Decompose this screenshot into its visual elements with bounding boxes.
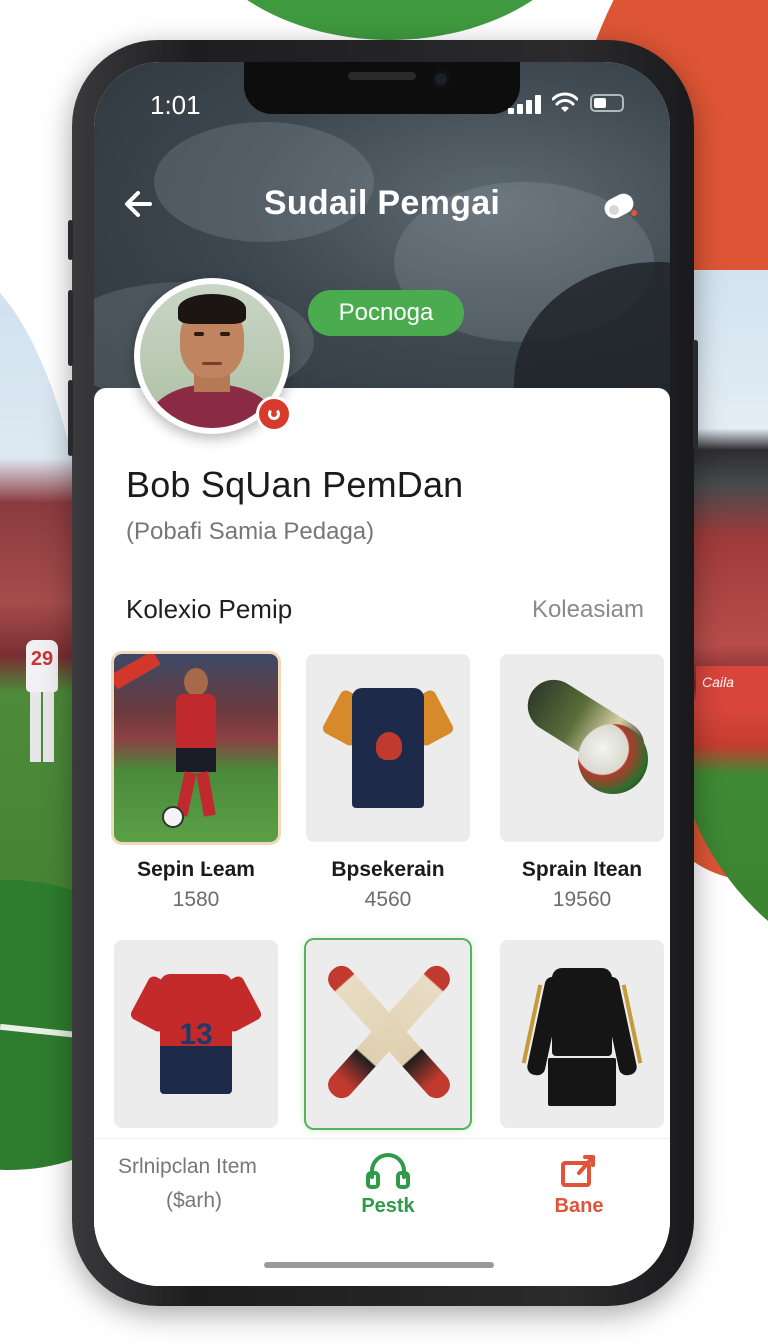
collection-link[interactable]: Koleasiam xyxy=(532,596,644,624)
headset-icon xyxy=(366,1153,410,1189)
wifi-icon xyxy=(552,92,578,112)
item-thumbnail xyxy=(500,654,664,842)
collection-item[interactable]: Bpsekerain 4560 xyxy=(306,654,470,924)
battery-icon xyxy=(590,94,624,112)
item-thumbnail xyxy=(114,654,278,842)
bg-player: 29 xyxy=(20,630,64,770)
toggle-switch-icon[interactable] xyxy=(600,182,644,226)
item-price: 19560 xyxy=(552,888,612,911)
item-name: Sepin Ŀeam xyxy=(137,858,255,881)
item-price: 4560 xyxy=(364,888,412,911)
ball-icon xyxy=(578,724,648,794)
item-name: Bpsekerain xyxy=(331,858,445,881)
football-icon xyxy=(162,806,184,828)
kit-icon xyxy=(521,968,643,1118)
nav-right-label: Bane xyxy=(554,1195,604,1217)
profile-subtitle: (Pobafi Samia Pedaga) xyxy=(126,518,375,545)
profile-name: Bob SqUan PemDan xyxy=(126,464,464,505)
bg-shape-green xyxy=(180,0,600,40)
item-name: Sprain Itean xyxy=(521,858,643,881)
signal-icon xyxy=(508,94,544,114)
nav-left-label[interactable]: Srlnipclan Item xyxy=(118,1155,257,1179)
jersey-icon xyxy=(320,688,456,808)
notch xyxy=(244,62,520,114)
avatar[interactable] xyxy=(134,278,292,434)
status-icons xyxy=(508,92,638,116)
export-icon xyxy=(561,1155,595,1187)
item-thumbnail xyxy=(500,940,664,1128)
nav-middle-label: Pestk xyxy=(361,1195,415,1217)
collection-item[interactable]: 13 xyxy=(114,940,278,1140)
nav-item-pestk[interactable]: Pestk xyxy=(340,1151,436,1227)
collection-item[interactable]: Sprain Itean 19560 xyxy=(500,654,664,924)
camera-icon xyxy=(432,70,450,88)
status-badge[interactable]: Pocnoga xyxy=(308,290,464,336)
item-thumbnail xyxy=(306,654,470,842)
status-time: 1:01 xyxy=(150,90,201,120)
page-title: Sudail Pemgai xyxy=(263,184,501,222)
item-thumbnail: 13 xyxy=(114,940,278,1128)
item-thumbnail xyxy=(306,940,470,1128)
home-indicator[interactable] xyxy=(264,1262,494,1268)
jersey-icon: 13 xyxy=(128,974,264,1094)
item-price: 1580 xyxy=(172,888,220,911)
collection-title: Kolexio Pemip xyxy=(126,594,293,624)
app-screen: 1:01 Sudail Pemgai Pocnoga Bob SqUan Pem… xyxy=(94,62,670,1286)
live-indicator-icon xyxy=(256,396,292,432)
back-arrow-icon[interactable] xyxy=(120,184,160,224)
collection-item[interactable] xyxy=(306,940,470,1140)
collection-item[interactable]: Sepin Ŀeam 1580 xyxy=(114,654,278,924)
nav-left-sublabel: ($arh) xyxy=(166,1189,223,1212)
collection-item[interactable] xyxy=(500,940,664,1140)
bg-ad-board: Caila xyxy=(696,666,768,710)
nav-item-bane[interactable]: Bane xyxy=(534,1151,624,1227)
